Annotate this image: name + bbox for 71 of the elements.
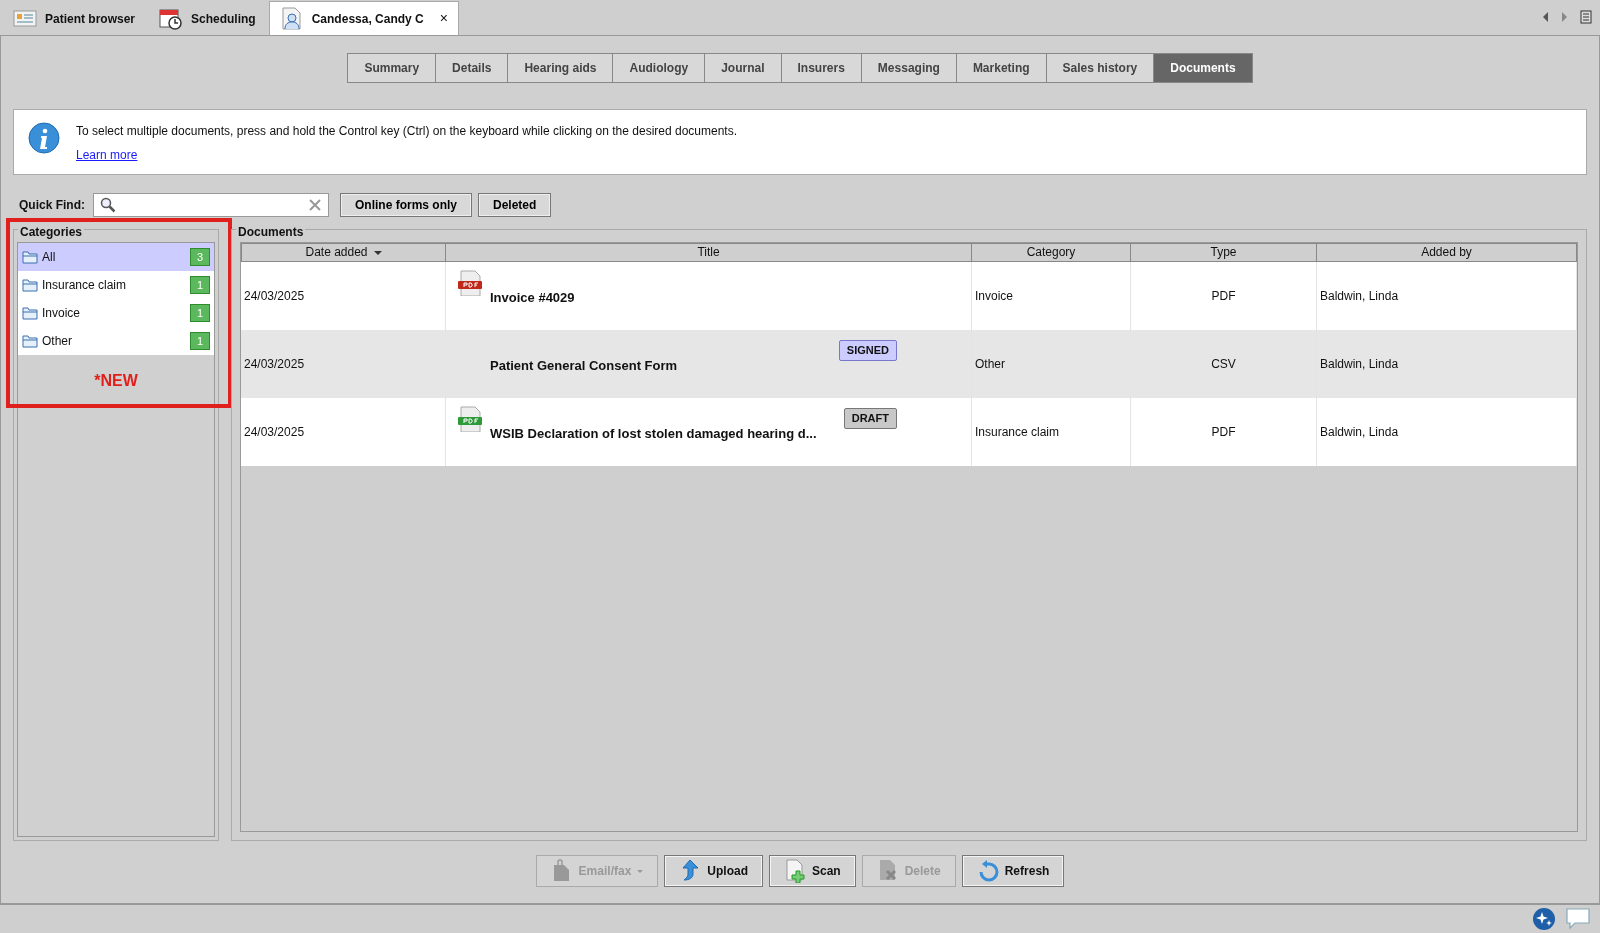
- section-tab[interactable]: Summary: [347, 53, 437, 83]
- document-title[interactable]: WSIB Declaration of lost stolen damaged hearing d...: [490, 424, 817, 444]
- column-header[interactable]: Date added: [241, 243, 446, 262]
- category-label: Insurance claim: [42, 277, 127, 294]
- pdf-file-icon: [458, 270, 482, 296]
- document-title[interactable]: Patient General Consent Form: [490, 356, 678, 376]
- sort-descending-icon: [373, 250, 382, 255]
- action-button[interactable]: Refresh: [961, 855, 1065, 887]
- column-header[interactable]: Added by: [1317, 243, 1577, 262]
- document-plus-icon: [784, 859, 806, 883]
- quick-find-field[interactable]: [93, 193, 329, 217]
- category-item[interactable]: All 3: [18, 243, 214, 271]
- info-message: To select multiple documents, press and hold the Control key (Ctrl) on the keyboard while clicking on the desired documents.: [76, 123, 737, 140]
- count-badge: 1: [190, 276, 210, 294]
- clear-icon[interactable]: [308, 198, 322, 212]
- table-row[interactable]: 24/03/2025 Invoice #4029 Invoice PDF Baldwin, Linda: [241, 262, 1577, 330]
- table-cell: 24/03/2025: [241, 398, 446, 466]
- folder-icon: [22, 333, 38, 349]
- document-title[interactable]: Invoice #4029: [490, 288, 575, 308]
- folder-icon: [22, 305, 38, 321]
- category-item[interactable]: Other 1: [18, 327, 214, 355]
- filter-button[interactable]: Deleted: [478, 193, 552, 217]
- chat-icon[interactable]: [1566, 908, 1590, 930]
- sparkle-icon[interactable]: [1532, 907, 1556, 931]
- window-tab[interactable]: Candessa, Candy C ×: [268, 1, 459, 35]
- table-row[interactable]: 24/03/2025 WSIB Declaration of lost stolen damaged hearing d... DRAFT Insurance claim PDF Baldwin, Linda: [241, 398, 1577, 466]
- section-tab[interactable]: Hearing aids: [508, 53, 614, 83]
- category-item[interactable]: Insurance claim 1: [18, 271, 214, 299]
- table-row[interactable]: 24/03/2025 Patient General Consent Form SIGNED Other CSV Baldwin, Linda: [241, 330, 1577, 398]
- calendar-clock-icon: [159, 6, 184, 31]
- section-tab[interactable]: Marketing: [956, 53, 1047, 83]
- learn-more-link[interactable]: Learn more: [76, 146, 138, 164]
- section-tab[interactable]: Messaging: [861, 53, 957, 83]
- column-header[interactable]: Category: [972, 243, 1131, 262]
- document-person-icon: [279, 6, 304, 31]
- status-tag: DRAFT: [843, 408, 897, 429]
- count-badge: 1: [190, 304, 210, 322]
- category-item[interactable]: Invoice 1: [18, 299, 214, 327]
- filter-button[interactable]: Online forms only: [340, 193, 472, 217]
- column-header[interactable]: Title: [446, 243, 972, 262]
- pdf-file-icon: [458, 406, 482, 432]
- count-badge: 1: [190, 332, 210, 350]
- table-cell: Baldwin, Linda: [1317, 398, 1577, 466]
- category-label: All: [42, 249, 56, 266]
- section-tab[interactable]: Documents: [1154, 53, 1253, 83]
- action-button[interactable]: Upload: [664, 855, 763, 887]
- window-tab[interactable]: Patient browser: [2, 1, 147, 35]
- search-icon: [100, 197, 116, 213]
- section-tab[interactable]: Sales history: [1046, 53, 1155, 83]
- category-label: Other: [42, 333, 72, 350]
- close-icon[interactable]: ×: [439, 8, 448, 29]
- folder-icon: [22, 249, 38, 265]
- section-tab[interactable]: Details: [436, 53, 509, 83]
- status-tag: SIGNED: [838, 340, 897, 361]
- action-button[interactable]: Scan: [769, 855, 856, 887]
- new-annotation: *NEW: [93, 371, 139, 391]
- count-badge: 3: [190, 248, 210, 266]
- table-cell: PDF: [1131, 398, 1317, 466]
- section-tab[interactable]: Insurers: [781, 53, 862, 83]
- scroll-right-icon: [1560, 10, 1570, 24]
- list-icon: [1580, 10, 1592, 24]
- dropdown-caret-icon: [637, 869, 644, 873]
- column-header[interactable]: Type: [1131, 243, 1317, 262]
- category-label: Invoice: [42, 305, 81, 322]
- folder-icon: [22, 277, 38, 293]
- section-tab[interactable]: Audiology: [613, 53, 706, 83]
- info-icon: [28, 122, 60, 154]
- window-tab[interactable]: Scheduling: [148, 1, 267, 35]
- table-cell: Insurance claim: [972, 398, 1131, 466]
- section-tab[interactable]: Journal: [705, 53, 782, 83]
- quick-find-label: Quick Find:: [19, 197, 85, 214]
